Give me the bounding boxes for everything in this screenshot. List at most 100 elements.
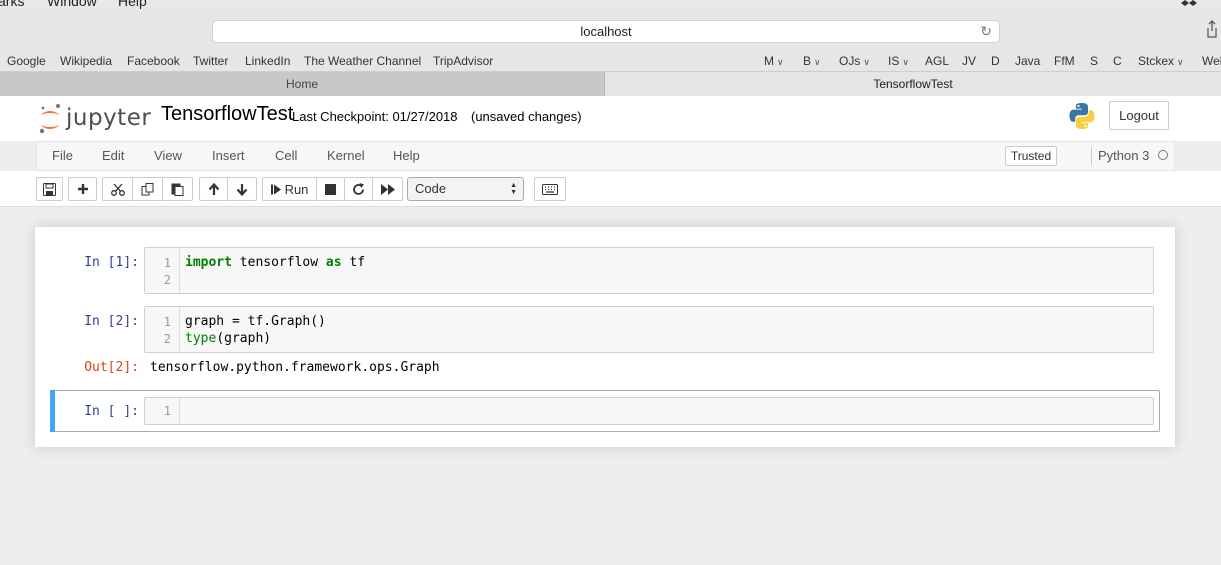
url-text[interactable]: localhost <box>213 24 999 39</box>
move-cell-up-button[interactable] <box>199 177 228 201</box>
tab-tensorflowtest[interactable]: TensorflowTest <box>605 72 1221 96</box>
cell-type-value: Code <box>415 181 447 196</box>
cell-input-prompt: In [ ]: <box>84 404 139 419</box>
cell-type-select[interactable]: Code ▲ ▼ <box>407 177 524 201</box>
bookmark-c[interactable]: C <box>1113 54 1122 68</box>
bookmark-folder-is[interactable]: IS ∨ <box>888 54 909 68</box>
bookmark-folder-label: OJs <box>839 54 861 68</box>
bookmark-twitter[interactable]: Twitter <box>193 54 228 68</box>
chevron-down-icon: ∨ <box>902 57 909 67</box>
bookmark-weather-channel[interactable]: The Weather Channel <box>304 54 421 68</box>
os-menu-bookmarks[interactable]: arks <box>0 0 24 9</box>
os-menu-window[interactable]: Window <box>47 0 97 9</box>
code-line[interactable]: type(graph) <box>185 331 271 346</box>
menu-view[interactable]: View <box>154 148 182 163</box>
bookmark-jv[interactable]: JV <box>962 54 976 68</box>
menu-cell[interactable]: Cell <box>275 148 297 163</box>
cell-input-prompt: In [2]: <box>84 314 139 329</box>
command-palette-button[interactable] <box>534 177 566 201</box>
line-number-gutter: 1 <box>145 398 180 424</box>
paste-button[interactable] <box>162 177 193 201</box>
code-keyword: import <box>185 255 232 270</box>
bookmark-folder-m[interactable]: M ∨ <box>764 54 784 68</box>
chevron-down-icon: ∨ <box>777 57 784 67</box>
kernel-separator <box>1091 147 1092 165</box>
menu-help[interactable]: Help <box>393 148 420 163</box>
bookmark-s[interactable]: S <box>1090 54 1098 68</box>
bookmark-web[interactable]: Wel <box>1202 54 1221 68</box>
bookmark-folder-label: M <box>764 54 774 68</box>
bookmark-folder-label: B <box>803 54 812 68</box>
chevron-down-icon: ∨ <box>814 57 821 67</box>
bookmark-d[interactable]: D <box>991 54 1000 68</box>
cell-output-text: tensorflow.python.framework.ops.Graph <box>150 360 440 375</box>
notebook-title[interactable]: TensorflowTest <box>161 103 293 126</box>
run-button-label: Run <box>284 181 309 197</box>
bookmark-tripadvisor[interactable]: TripAdvisor <box>433 54 493 68</box>
copy-button[interactable] <box>132 177 163 201</box>
run-button[interactable]: Run <box>262 177 317 201</box>
jupyter-logo-icon <box>39 104 60 134</box>
tab-home[interactable]: Home <box>0 72 605 96</box>
kernel-idle-icon <box>1158 150 1168 160</box>
dropbox-icon[interactable] <box>1181 0 1197 8</box>
bookmark-ffm[interactable]: FfM <box>1054 54 1075 68</box>
bookmark-agl[interactable]: AGL <box>925 54 949 68</box>
bookmark-folder-ojs[interactable]: OJs ∨ <box>839 54 870 68</box>
code-line[interactable]: import tensorflow as tf <box>185 255 365 270</box>
bookmark-folder-stckex[interactable]: Stckex ∨ <box>1138 54 1184 68</box>
bookmark-facebook[interactable]: Facebook <box>127 54 180 68</box>
restart-run-all-button[interactable] <box>372 177 403 201</box>
os-menubar: arks Window Help <box>0 0 1221 12</box>
logout-button[interactable]: Logout <box>1109 101 1169 130</box>
cell-input-prompt: In [1]: <box>84 255 139 270</box>
code-line[interactable]: graph = tf.Graph() <box>185 314 326 329</box>
keyboard-icon <box>542 183 558 195</box>
move-cell-down-button[interactable] <box>227 177 257 201</box>
plus-icon <box>77 184 88 194</box>
trusted-indicator[interactable]: Trusted <box>1005 146 1057 166</box>
unsaved-changes-indicator: (unsaved changes) <box>471 109 582 124</box>
address-bar[interactable]: localhost ↻ <box>212 20 1000 43</box>
bookmarks-bar: Google Wikipedia Facebook Twitter Linked… <box>0 50 1221 72</box>
code-keyword: as <box>325 255 342 270</box>
os-menu-help[interactable]: Help <box>118 0 147 9</box>
line-number: 1 <box>163 404 171 418</box>
stop-icon <box>325 183 336 195</box>
chevron-down-icon: ∨ <box>1177 57 1184 67</box>
jupyter-logo[interactable]: jupyter <box>38 101 152 135</box>
interrupt-kernel-button[interactable] <box>316 177 345 201</box>
menu-kernel[interactable]: Kernel <box>327 148 365 163</box>
menu-insert[interactable]: Insert <box>212 148 245 163</box>
share-icon[interactable] <box>1207 19 1217 39</box>
checkpoint-status: Last Checkpoint: 01/27/2018 <box>292 109 458 124</box>
kernel-name[interactable]: Python 3 <box>1098 148 1149 163</box>
browser-tab-bar: Home TensorflowTest <box>0 72 1221 96</box>
insert-cell-button[interactable] <box>68 177 97 201</box>
restart-kernel-button[interactable] <box>344 177 373 201</box>
bookmark-google[interactable]: Google <box>7 54 46 68</box>
bookmark-folder-b[interactable]: B ∨ <box>803 54 821 68</box>
cell-output-prompt: Out[2]: <box>84 360 139 375</box>
cut-button[interactable] <box>102 177 133 201</box>
browser-toolbar: localhost ↻ <box>0 12 1221 50</box>
step-forward-icon <box>270 184 281 194</box>
copy-icon <box>141 182 154 195</box>
jupyter-logo-text: jupyter <box>66 105 152 131</box>
arrow-up-icon <box>208 182 219 195</box>
reload-icon[interactable]: ↻ <box>980 23 992 40</box>
line-number: 1 <box>163 315 171 329</box>
bookmark-linkedin[interactable]: LinkedIn <box>245 54 290 68</box>
bookmark-java[interactable]: Java <box>1015 54 1040 68</box>
arrow-down-icon <box>236 183 248 196</box>
menu-file[interactable]: File <box>52 148 73 163</box>
bookmark-wikipedia[interactable]: Wikipedia <box>60 54 112 68</box>
save-button[interactable] <box>36 177 63 201</box>
menu-edit[interactable]: Edit <box>102 148 124 163</box>
scissors-icon <box>110 183 125 196</box>
code-cell-input[interactable]: 1 2 import tensorflow as tf <box>144 247 1154 294</box>
chevron-down-icon: ∨ <box>863 57 870 67</box>
notebook-container: In [1]: 1 2 import tensorflow as tf In [… <box>35 227 1175 447</box>
code-cell-input[interactable]: 1 <box>144 397 1154 425</box>
code-cell-input[interactable]: 1 2 graph = tf.Graph() type(graph) <box>144 306 1154 353</box>
